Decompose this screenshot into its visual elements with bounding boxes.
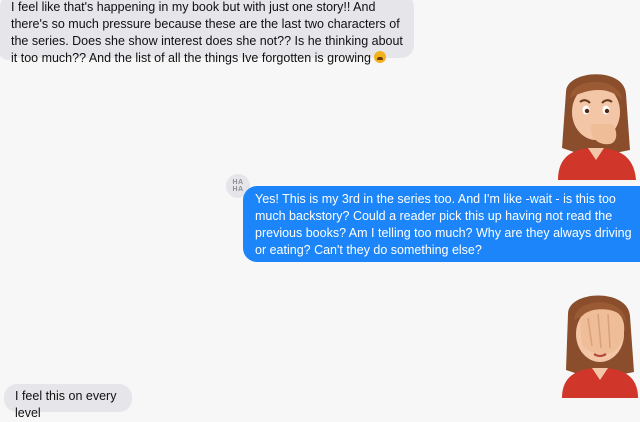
message-text: Yes! This is my 3rd in the series too. A… xyxy=(255,192,632,257)
memoji-facepalm-sticker[interactable] xyxy=(558,288,640,398)
hand-over-face xyxy=(579,309,625,355)
left-pupil xyxy=(584,108,590,114)
memoji-nervous-sticker[interactable] xyxy=(552,68,640,180)
message-text: I feel this on every level xyxy=(15,389,117,420)
tapback-label-line-1: HA xyxy=(232,179,244,186)
right-pupil xyxy=(604,108,610,114)
tapback-label-line-2: HA xyxy=(232,186,244,193)
incoming-message-bubble[interactable]: I feel like that's happening in my book … xyxy=(0,0,414,65)
outgoing-message-bubble[interactable]: Yes! This is my 3rd in the series too. A… xyxy=(243,186,640,262)
incoming-message-bubble[interactable]: I feel this on every level xyxy=(4,384,132,420)
message-text: I feel like that's happening in my book … xyxy=(11,0,403,65)
weary-face-emoji-icon xyxy=(374,51,387,63)
bubble-tail xyxy=(0,50,10,60)
